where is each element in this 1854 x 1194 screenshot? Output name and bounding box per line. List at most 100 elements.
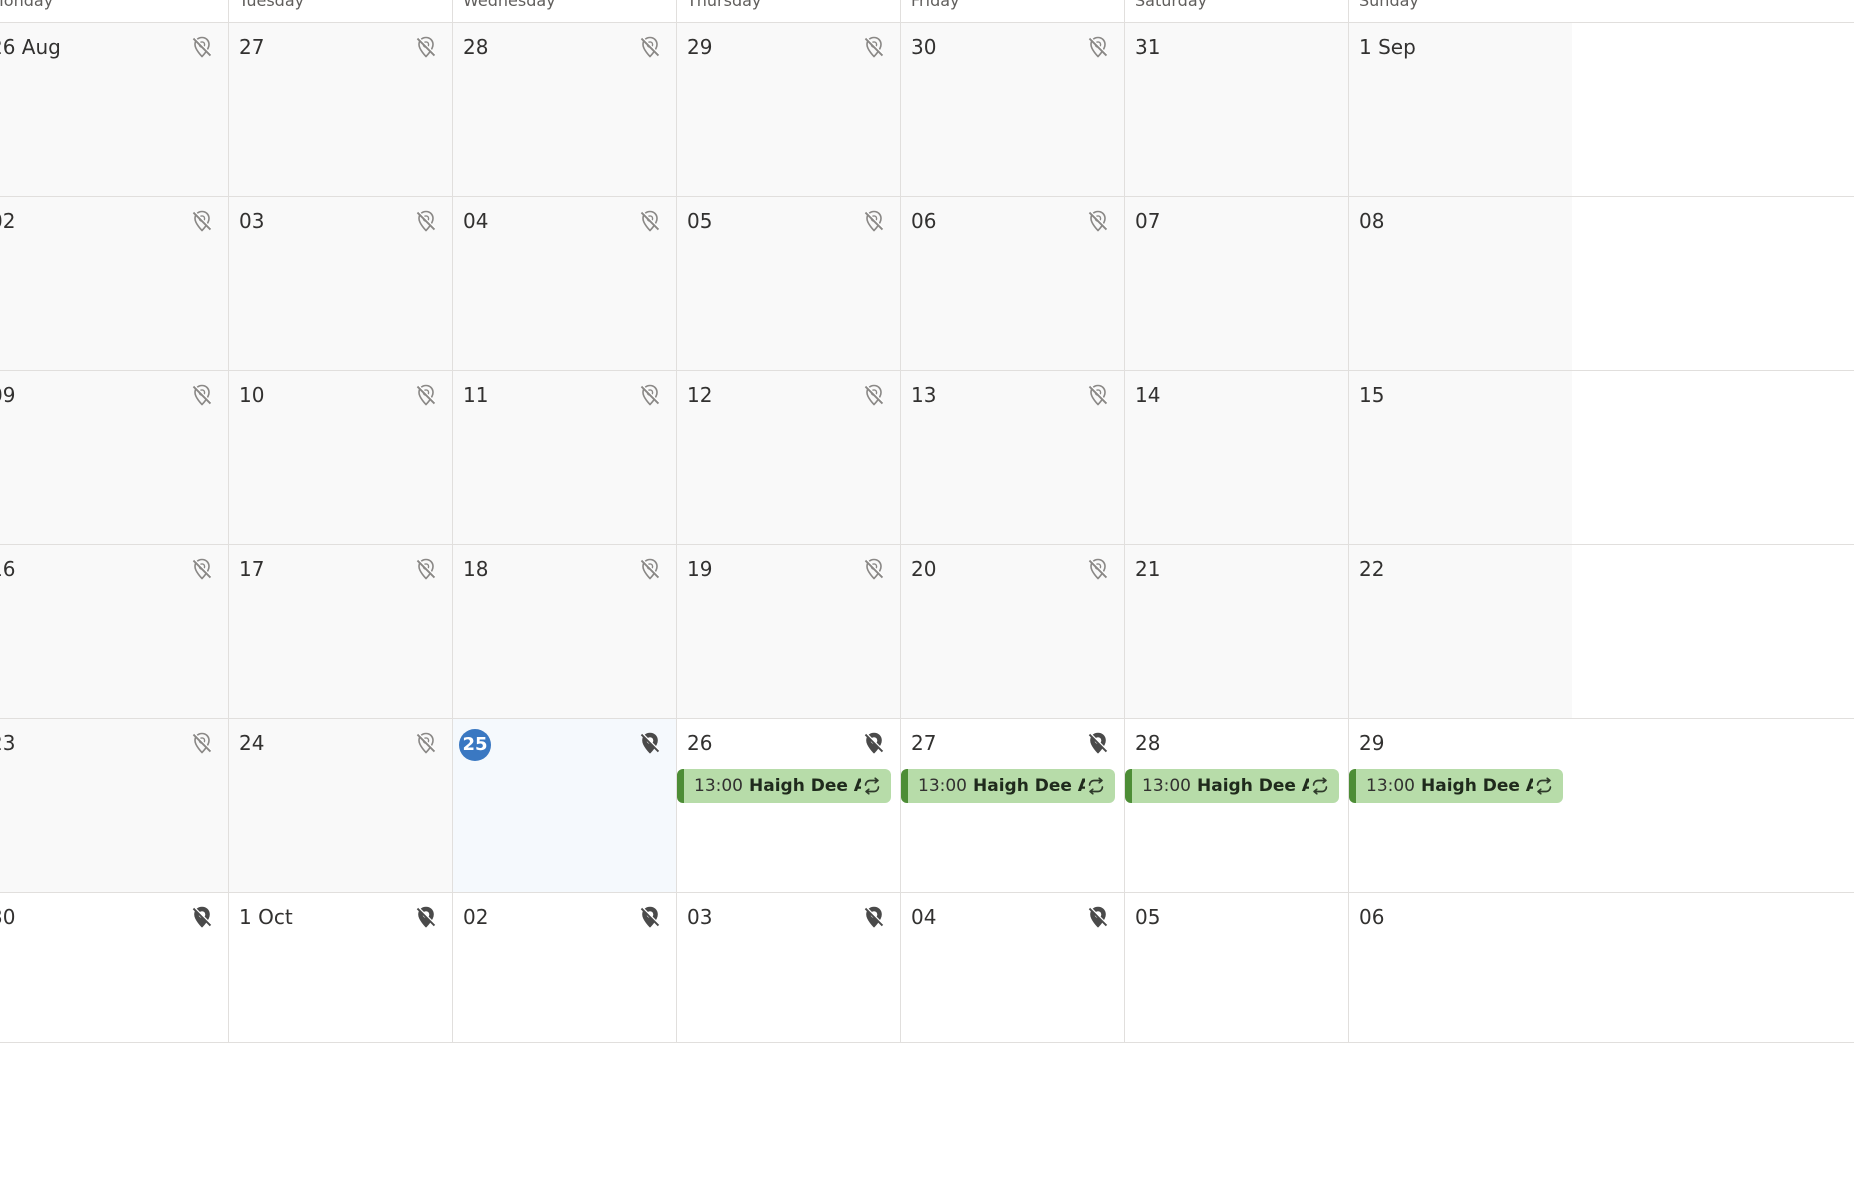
day-cell[interactable]: 29 xyxy=(676,23,900,196)
day-number[interactable]: 26 xyxy=(687,731,712,755)
day-cell-today[interactable]: 25 xyxy=(452,719,676,892)
day-cell[interactable]: 03 xyxy=(676,893,900,1042)
day-number[interactable]: 30 xyxy=(911,35,936,59)
day-cell[interactable]: 26 Aug xyxy=(0,23,228,196)
calendar-event[interactable]: 13:00 Haigh Dee Admin xyxy=(1125,769,1339,803)
day-number[interactable]: 04 xyxy=(463,209,488,233)
day-number[interactable]: 17 xyxy=(239,557,264,581)
day-cell[interactable]: 30 xyxy=(900,23,1124,196)
day-cell[interactable]: 11 xyxy=(452,371,676,544)
day-number[interactable]: 16 xyxy=(0,557,15,581)
location-off-icon[interactable] xyxy=(862,557,886,581)
location-off-icon[interactable] xyxy=(862,905,886,929)
calendar-event[interactable]: 13:00 Haigh Dee Admin xyxy=(1349,769,1563,803)
day-cell[interactable]: 03 xyxy=(228,197,452,370)
location-off-icon[interactable] xyxy=(190,557,214,581)
location-off-icon[interactable] xyxy=(1086,35,1110,59)
day-cell[interactable]: 06 xyxy=(900,197,1124,370)
day-number[interactable]: 10 xyxy=(239,383,264,407)
location-off-icon[interactable] xyxy=(190,383,214,407)
location-off-icon[interactable] xyxy=(638,383,662,407)
location-off-icon[interactable] xyxy=(1086,905,1110,929)
day-cell[interactable]: 1 Oct xyxy=(228,893,452,1042)
day-cell[interactable]: 17 xyxy=(228,545,452,718)
day-cell[interactable]: 21 xyxy=(1124,545,1348,718)
day-cell[interactable]: 06 xyxy=(1348,893,1572,1042)
location-off-icon[interactable] xyxy=(414,905,438,929)
day-cell[interactable]: 28 xyxy=(452,23,676,196)
day-number[interactable]: 30 xyxy=(0,905,15,929)
day-cell[interactable]: 04 xyxy=(900,893,1124,1042)
location-off-icon[interactable] xyxy=(414,557,438,581)
day-number[interactable]: 13 xyxy=(911,383,936,407)
day-number[interactable]: 03 xyxy=(239,209,264,233)
day-cell[interactable]: 16 xyxy=(0,545,228,718)
day-number[interactable]: 19 xyxy=(687,557,712,581)
day-cell[interactable]: 07 xyxy=(1124,197,1348,370)
day-cell[interactable]: 08 xyxy=(1348,197,1572,370)
day-number[interactable]: 1 Oct xyxy=(239,905,293,929)
location-off-icon[interactable] xyxy=(638,35,662,59)
location-off-icon[interactable] xyxy=(414,731,438,755)
day-number[interactable]: 29 xyxy=(1359,731,1384,755)
location-off-icon[interactable] xyxy=(862,35,886,59)
day-number[interactable]: 06 xyxy=(1359,905,1384,929)
day-cell[interactable]: 28 13:00 Haigh Dee Admin xyxy=(1124,719,1348,892)
location-off-icon[interactable] xyxy=(414,35,438,59)
day-number[interactable]: 24 xyxy=(239,731,264,755)
location-off-icon[interactable] xyxy=(190,905,214,929)
day-cell[interactable]: 15 xyxy=(1348,371,1572,544)
day-number[interactable]: 06 xyxy=(911,209,936,233)
day-cell[interactable]: 29 13:00 Haigh Dee Admin xyxy=(1348,719,1572,892)
location-off-icon[interactable] xyxy=(190,35,214,59)
day-cell[interactable]: 04 xyxy=(452,197,676,370)
day-cell[interactable]: 20 xyxy=(900,545,1124,718)
day-number[interactable]: 05 xyxy=(1135,905,1160,929)
day-cell[interactable]: 18 xyxy=(452,545,676,718)
day-cell[interactable]: 22 xyxy=(1348,545,1572,718)
day-number[interactable]: 26 Aug xyxy=(0,35,61,59)
day-number[interactable]: 20 xyxy=(911,557,936,581)
location-off-icon[interactable] xyxy=(414,383,438,407)
day-number[interactable]: 27 xyxy=(239,35,264,59)
day-cell[interactable]: 09 xyxy=(0,371,228,544)
calendar-event[interactable]: 13:00 Haigh Dee Admin xyxy=(901,769,1115,803)
day-number[interactable]: 11 xyxy=(463,383,488,407)
location-off-icon[interactable] xyxy=(1086,383,1110,407)
day-number[interactable]: 09 xyxy=(0,383,15,407)
day-number[interactable]: 07 xyxy=(1135,209,1160,233)
day-cell[interactable]: 02 xyxy=(0,197,228,370)
location-off-icon[interactable] xyxy=(862,731,886,755)
day-number[interactable]: 22 xyxy=(1359,557,1384,581)
location-off-icon[interactable] xyxy=(638,557,662,581)
location-off-icon[interactable] xyxy=(190,209,214,233)
day-cell[interactable]: 05 xyxy=(676,197,900,370)
day-cell[interactable]: 1 Sep xyxy=(1348,23,1572,196)
day-number[interactable]: 02 xyxy=(463,905,488,929)
day-number[interactable]: 21 xyxy=(1135,557,1160,581)
day-cell[interactable]: 10 xyxy=(228,371,452,544)
day-number[interactable]: 08 xyxy=(1359,209,1384,233)
location-off-icon[interactable] xyxy=(638,731,662,755)
day-cell[interactable]: 24 xyxy=(228,719,452,892)
day-cell[interactable]: 27 xyxy=(228,23,452,196)
day-number[interactable]: 27 xyxy=(911,731,936,755)
day-number[interactable]: 31 xyxy=(1135,35,1160,59)
day-cell[interactable]: 13 xyxy=(900,371,1124,544)
day-number[interactable]: 15 xyxy=(1359,383,1384,407)
day-cell[interactable]: 31 xyxy=(1124,23,1348,196)
today-date-badge[interactable]: 25 xyxy=(459,729,491,761)
location-off-icon[interactable] xyxy=(414,209,438,233)
day-cell[interactable]: 05 xyxy=(1124,893,1348,1042)
day-number[interactable]: 03 xyxy=(687,905,712,929)
day-cell[interactable]: 26 13:00 Haigh Dee Admin xyxy=(676,719,900,892)
day-cell[interactable]: 14 xyxy=(1124,371,1348,544)
day-number[interactable]: 29 xyxy=(687,35,712,59)
location-off-icon[interactable] xyxy=(1086,557,1110,581)
day-number[interactable]: 02 xyxy=(0,209,15,233)
location-off-icon[interactable] xyxy=(638,209,662,233)
day-cell[interactable]: 23 xyxy=(0,719,228,892)
day-number[interactable]: 04 xyxy=(911,905,936,929)
location-off-icon[interactable] xyxy=(1086,209,1110,233)
day-number[interactable]: 14 xyxy=(1135,383,1160,407)
